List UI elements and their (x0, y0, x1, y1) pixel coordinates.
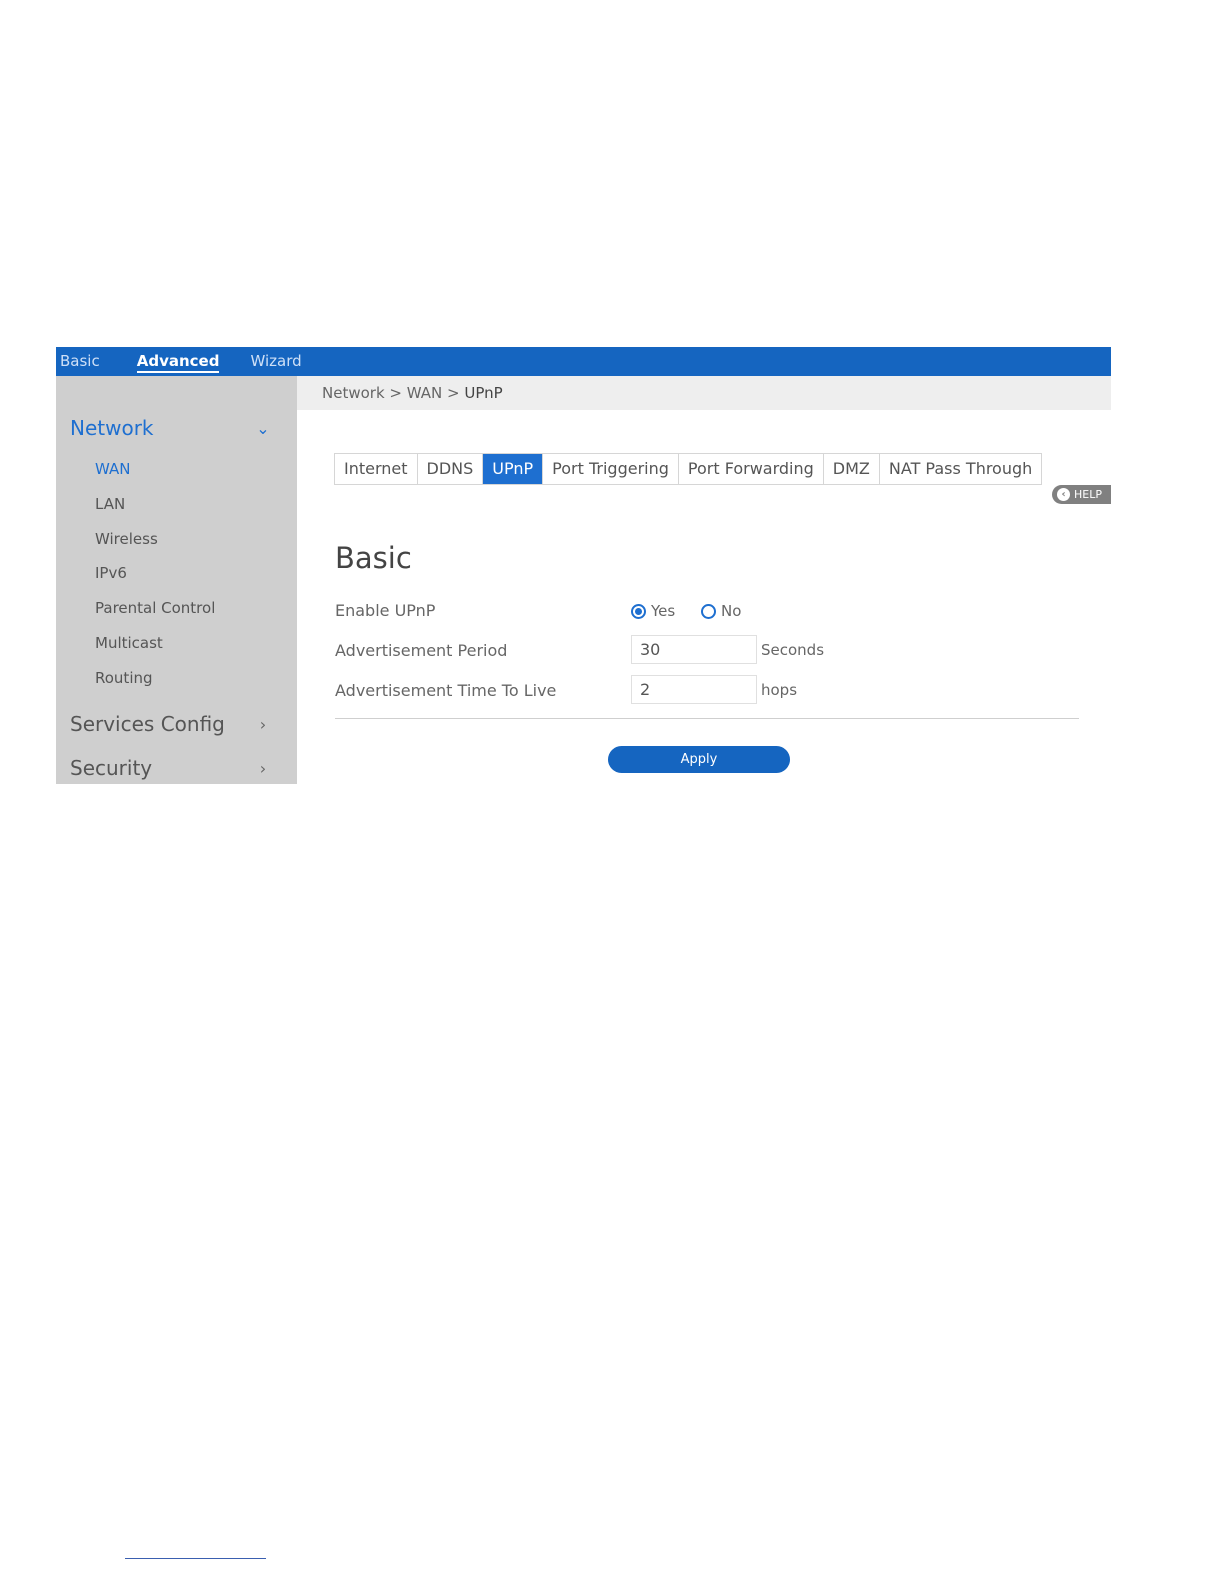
form-divider (335, 718, 1079, 719)
page-footer-line (125, 1558, 266, 1559)
help-button[interactable]: ‹ HELP (1052, 485, 1111, 504)
radio-no[interactable]: No (701, 602, 741, 620)
radio-no-label: No (721, 602, 742, 620)
chevron-right-icon: › (259, 758, 267, 778)
advertisement-period-input[interactable] (631, 635, 757, 664)
tab-internet[interactable]: Internet (335, 454, 418, 484)
breadcrumb: Network > WAN > UPnP (322, 384, 503, 402)
mode-basic[interactable]: Basic (60, 347, 100, 376)
sidebar-section-label: Services Config (70, 712, 225, 736)
advertisement-period-unit: Seconds (761, 641, 825, 659)
chevron-down-icon: ⌄ (256, 418, 270, 438)
sidebar-section-label: Security (70, 756, 153, 780)
sidebar: Network ⌄ WAN LAN Wireless IPv6 Parental… (56, 376, 297, 784)
advertisement-ttl-input[interactable] (631, 675, 757, 704)
advertisement-period-label: Advertisement Period (335, 641, 508, 660)
tab-nat-pass-through[interactable]: NAT Pass Through (880, 454, 1041, 484)
mode-advanced[interactable]: Advanced (136, 347, 219, 376)
breadcrumb-current: UPnP (464, 384, 503, 402)
router-admin-screenshot: Basic Advanced Wizard Network ⌄ WAN LAN … (56, 347, 1111, 784)
sidebar-item-routing[interactable]: Routing (95, 669, 153, 687)
sidebar-item-wireless[interactable]: Wireless (95, 530, 158, 548)
tab-upnp[interactable]: UPnP (483, 454, 544, 484)
tab-dmz[interactable]: DMZ (824, 454, 880, 484)
sidebar-section-services-config[interactable]: Services Config › (70, 712, 270, 736)
sidebar-item-ipv6[interactable]: IPv6 (95, 564, 127, 582)
advertisement-ttl-unit: hops (761, 681, 798, 699)
sidebar-item-wan[interactable]: WAN (95, 460, 131, 478)
tab-strip: Internet DDNS UPnP Port Triggering Port … (334, 453, 1043, 485)
apply-button[interactable]: Apply (608, 746, 790, 773)
sidebar-section-network[interactable]: Network ⌄ (70, 416, 270, 440)
breadcrumb-path: Network > WAN > (322, 384, 465, 402)
chevron-right-icon: › (259, 714, 267, 734)
sidebar-item-lan[interactable]: LAN (95, 495, 125, 513)
sidebar-section-security[interactable]: Security › (70, 756, 270, 780)
radio-unchecked-icon (701, 603, 716, 619)
radio-yes[interactable]: Yes (631, 602, 675, 620)
sidebar-item-multicast[interactable]: Multicast (95, 634, 163, 652)
sidebar-item-parental-control[interactable]: Parental Control (95, 599, 215, 617)
tab-port-forwarding[interactable]: Port Forwarding (679, 454, 824, 484)
tab-port-triggering[interactable]: Port Triggering (543, 454, 679, 484)
top-mode-bar: Basic Advanced Wizard (56, 347, 1111, 376)
chevron-left-icon: ‹ (1057, 488, 1070, 501)
help-label: HELP (1074, 488, 1102, 501)
section-title: Basic (335, 541, 412, 575)
sidebar-section-label: Network (70, 416, 154, 440)
radio-yes-label: Yes (651, 602, 676, 620)
advertisement-ttl-label: Advertisement Time To Live (335, 681, 557, 700)
tab-ddns[interactable]: DDNS (418, 454, 484, 484)
enable-upnp-label: Enable UPnP (335, 601, 436, 620)
breadcrumb-bar: Network > WAN > UPnP (297, 376, 1111, 410)
radio-checked-icon (631, 603, 646, 619)
mode-wizard[interactable]: Wizard (250, 347, 301, 376)
